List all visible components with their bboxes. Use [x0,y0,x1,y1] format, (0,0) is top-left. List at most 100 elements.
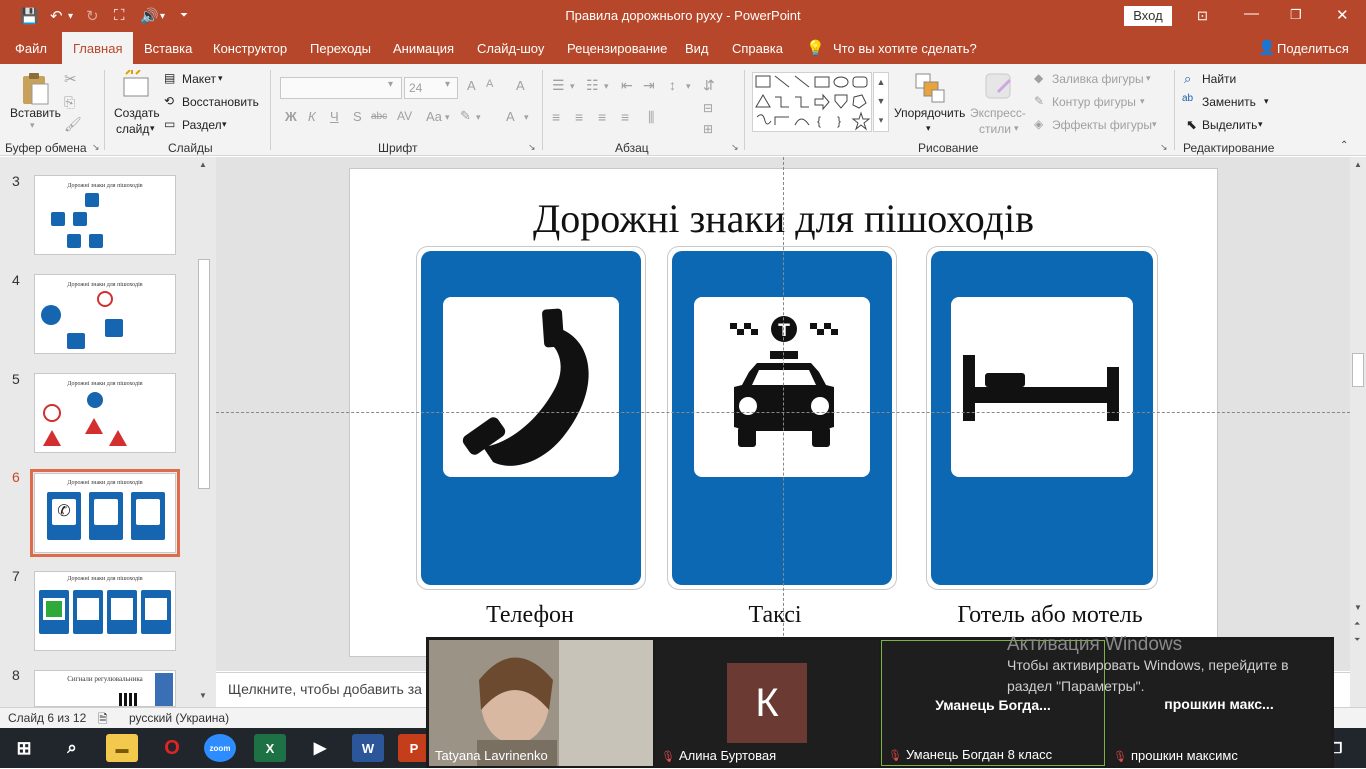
align-left-icon[interactable]: ≡ [552,109,560,125]
tab-file[interactable]: Файл [15,41,47,56]
participant-video-tile[interactable]: Tatyana Lavrinenko [429,640,653,766]
layout-button[interactable]: Макет [182,72,216,86]
section-dropdown-icon[interactable]: ▾ [222,119,227,130]
word-icon[interactable]: W [352,734,384,762]
participant-tile[interactable]: К 🎙 Алина Буртовая [655,640,879,766]
font-name-box[interactable] [280,77,402,99]
line-spacing-dropdown-icon[interactable]: ▾ [686,81,691,92]
paragraph-launcher-icon[interactable]: ↘ [731,142,739,153]
tab-review[interactable]: Рецензирование [567,41,667,56]
clear-format-icon[interactable]: A [516,78,525,93]
find-button[interactable]: Найти [1202,72,1236,86]
tab-home[interactable]: Главная [62,32,134,64]
increase-indent-icon[interactable]: ⇥ [643,77,655,94]
tab-slideshow[interactable]: Слайд-шоу [477,41,544,56]
media-player-icon[interactable]: ▶ [304,734,336,762]
new-slide-label-2[interactable]: слайд [116,122,149,136]
italic-icon[interactable]: К [308,109,316,124]
shape-effects-button[interactable]: Эффекты фигуры [1052,118,1152,132]
shape-fill-icon[interactable]: ◆ [1034,71,1043,85]
next-slide-icon[interactable]: ⏷ [1354,635,1360,645]
tab-design[interactable]: Конструктор [213,41,287,56]
text-direction-icon[interactable]: ⇵ [703,77,715,94]
shapes-gallery[interactable]: { } [752,72,872,132]
scroll-up-icon[interactable]: ▲ [1354,160,1362,169]
decrease-indent-icon[interactable]: ⇤ [621,77,633,94]
justify-icon[interactable]: ≡ [621,109,629,125]
collapse-ribbon-icon[interactable]: ⌃ [1340,140,1348,151]
paste-button[interactable]: Вставить [10,106,61,120]
slide-thumbnail-3[interactable]: Дорожні знаки для пішоходів [34,175,176,255]
arrange-button[interactable]: Упорядочить [894,106,965,120]
format-painter-icon[interactable]: 🖌 [64,116,82,133]
change-case-icon[interactable]: Aa [426,109,442,124]
shapes-gallery-scroll[interactable]: ▲ ▼ ▾ [873,72,889,132]
minimize-icon[interactable]: — [1244,5,1259,22]
hotel-sign[interactable] [926,246,1158,590]
previous-slide-icon[interactable]: ⏶ [1354,619,1360,629]
bullets-icon[interactable]: ☰ [552,77,565,94]
underline-icon[interactable]: Ч [330,109,339,124]
paste-icon[interactable] [20,72,50,106]
excel-icon[interactable]: X [254,734,286,762]
smartart-icon[interactable]: ⊞ [703,122,713,136]
slide-thumbnail-6[interactable]: Дорожні знаки для пішоходів ✆ [30,469,180,557]
tab-help[interactable]: Справка [732,41,783,56]
select-button[interactable]: Выделить [1202,118,1257,132]
close-icon[interactable]: ✕ [1336,6,1349,24]
copy-icon[interactable]: ⎘ [64,94,75,111]
shape-outline-dropdown-icon[interactable]: ▾ [1140,96,1145,107]
font-color-dropdown-icon[interactable]: ▾ [524,112,529,123]
quick-styles-label-2[interactable]: стили [979,122,1011,136]
windows-start-icon[interactable]: ⊞ [8,734,40,762]
caption-taxi[interactable]: Таксі [695,602,855,629]
font-name-dropdown-icon[interactable]: ▾ [388,79,393,90]
font-color-icon[interactable]: A [506,109,515,124]
slide-thumbnail-5[interactable]: Дорожні знаки для пішоходів [34,373,176,453]
zoom-app-icon[interactable]: zoom [204,734,236,762]
scroll-down-icon[interactable]: ▼ [199,691,207,700]
section-button[interactable]: Раздел [182,118,222,132]
numbering-dropdown-icon[interactable]: ▾ [604,81,609,92]
columns-icon[interactable]: ⫼ [648,109,654,126]
new-slide-dropdown-icon[interactable]: ▾ [150,123,155,134]
clipboard-launcher-icon[interactable]: ↘ [92,142,100,153]
reset-icon[interactable]: ⟲ [164,94,174,108]
tab-insert[interactable]: Вставка [144,41,192,56]
tab-transitions[interactable]: Переходы [310,41,371,56]
ribbon-display-icon[interactable]: ⊡ [1197,8,1208,24]
find-icon[interactable]: ⌕ [1184,71,1191,87]
share-button[interactable]: Поделиться [1277,41,1349,56]
shape-effects-icon[interactable]: ◈ [1034,117,1043,131]
new-slide-label[interactable]: Создать [114,106,160,120]
scroll-thumb[interactable] [1352,353,1364,387]
strikethrough-icon[interactable]: abc [371,111,387,122]
layout-icon[interactable]: ▤ [164,71,175,85]
slide-scrollbar[interactable]: ▲ ▼ ⏶ ⏷ [1350,157,1366,707]
grow-font-icon[interactable]: A [467,78,476,93]
bold-icon[interactable]: Ж [285,109,297,124]
numbering-icon[interactable]: ☷ [586,77,599,94]
caption-hotel[interactable]: Готель або мотель [920,602,1180,629]
shadow-icon[interactable]: S [353,109,362,124]
tab-animations[interactable]: Анимация [393,41,454,56]
scroll-up-icon[interactable]: ▲ [199,160,207,169]
align-center-icon[interactable]: ≡ [575,109,583,125]
shape-fill-button[interactable]: Заливка фигуры [1052,72,1144,86]
replace-icon[interactable]: ab [1182,93,1193,104]
thumbnails-scrollbar[interactable]: ▲ ▼ [196,157,212,707]
font-launcher-icon[interactable]: ↘ [528,142,536,153]
taxi-sign[interactable]: T [667,246,897,590]
language-indicator[interactable]: русский (Украина) [129,711,229,725]
change-case-dropdown-icon[interactable]: ▾ [445,112,450,123]
slide-thumbnails-panel[interactable]: 3 Дорожні знаки для пішоходів 4 Дорожні … [0,157,216,707]
tell-me-search[interactable]: Что вы хотите сделать? [833,41,977,56]
slide-thumbnail-8[interactable]: Сигнали регулювальника [34,670,176,707]
shape-outline-button[interactable]: Контур фигуры [1052,95,1136,109]
reset-button[interactable]: Восстановить [182,95,259,109]
drawing-launcher-icon[interactable]: ↘ [1160,142,1168,153]
opera-icon[interactable]: O [156,734,188,762]
slide-thumbnail-4[interactable]: Дорожні знаки для пішоходів [34,274,176,354]
line-spacing-icon[interactable]: ↕ [669,77,676,93]
select-icon[interactable]: ⬉ [1186,117,1197,133]
